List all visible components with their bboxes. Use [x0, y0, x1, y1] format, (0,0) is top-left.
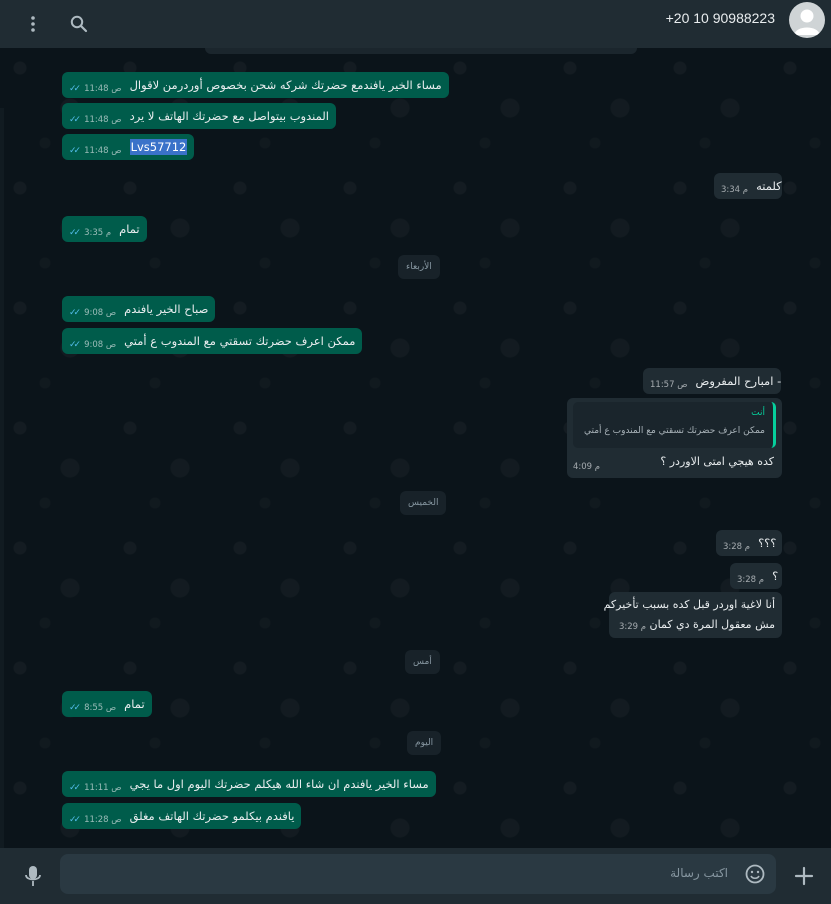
read-ticks-icon: ✓✓ [69, 340, 81, 350]
quote-text: ممكن اعرف حضرتك تسقتي مع المندوب ع أمتي [584, 426, 765, 436]
quoted-message[interactable]: أنت ممكن اعرف حضرتك تسقتي مع المندوب ع أ… [573, 402, 776, 448]
message-text: المندوب بيتواصل مع حضرتك الهاتف لا يرد [129, 109, 329, 123]
message-time: 4:09 م [573, 462, 601, 472]
message-text: مش معقول المرة دي كمان [649, 618, 775, 631]
tracking-number[interactable]: Lvs57712 [129, 139, 188, 155]
message-text: مساء الخير يافندم ان شاء الله هيكلم حضرت… [129, 777, 429, 791]
message-text: ؟؟؟ [758, 536, 777, 550]
read-ticks-icon: ✓✓ [69, 308, 81, 318]
message-incoming[interactable]: 3:28 م ؟ [730, 563, 782, 589]
message-outgoing[interactable]: ✓✓ 3:35 م تمام [62, 216, 147, 242]
message-time: 11:48 ص [84, 84, 122, 94]
message-time: 3:28 م [723, 542, 751, 552]
mic-icon[interactable] [22, 864, 44, 888]
message-text: ممكن اعرف حضرتك تسقتي مع المندوب ع أمتي [124, 334, 356, 348]
read-ticks-icon: ✓✓ [69, 783, 81, 793]
message-incoming[interactable]: 11:57 ص امبارح المفروض - [643, 368, 781, 394]
message-time: 3:28 م [737, 575, 765, 585]
avatar[interactable] [789, 2, 825, 38]
read-ticks-icon: ✓✓ [69, 146, 81, 156]
message-incoming-reply[interactable]: أنت ممكن اعرف حضرتك تسقتي مع المندوب ع أ… [567, 398, 782, 478]
read-ticks-icon: ✓✓ [69, 115, 81, 125]
date-divider: أمس [405, 650, 440, 674]
quote-author: أنت [751, 408, 765, 418]
message-time: 9:08 ص [84, 308, 117, 318]
search-icon[interactable] [64, 9, 94, 39]
scroll-track[interactable] [0, 108, 4, 848]
chat-header: +20 10 90988223 [0, 0, 831, 48]
message-text: صباح الخير يافندم [124, 302, 209, 316]
message-incoming[interactable]: أنا لاغية اوردر قبل كده بسبب تأخيركم مش … [604, 592, 782, 638]
message-time: 11:48 ص [84, 146, 122, 156]
message-outgoing[interactable]: ✓✓ 9:08 ص صباح الخير يافندم [62, 296, 216, 322]
message-time: 11:48 ص [84, 115, 122, 125]
message-text: امبارح المفروض - [695, 374, 782, 388]
read-ticks-icon: ✓✓ [69, 815, 81, 825]
date-divider: اليوم [407, 731, 442, 755]
message-time: 11:57 ص [650, 380, 688, 390]
message-outgoing[interactable]: ✓✓ 11:48 ص مساء الخير يافندمع حضرتك شركه … [62, 72, 449, 98]
message-time: 11:28 ص [84, 815, 122, 825]
message-outgoing[interactable]: ✓✓ 11:48 ص المندوب بيتواصل مع حضرتك الهات… [62, 103, 336, 129]
read-ticks-icon: ✓✓ [69, 228, 81, 238]
message-text: كده هيجي امتى الاوردر ؟ [660, 455, 774, 468]
message-placeholder: اكتب رسالة [670, 866, 728, 880]
message-outgoing[interactable]: ✓✓ 11:11 ص مساء الخير يافندم ان شاء الله … [62, 771, 436, 797]
contact-phone[interactable]: +20 10 90988223 [666, 10, 775, 26]
message-time: 11:11 ص [84, 783, 122, 793]
message-time: 9:08 ص [84, 340, 117, 350]
read-ticks-icon: ✓✓ [69, 84, 81, 94]
message-incoming[interactable]: 3:28 م ؟؟؟ [716, 530, 782, 556]
message-outgoing[interactable]: ✓✓ 11:48 ص Lvs57712 [62, 134, 195, 160]
chat-area[interactable]: ✓✓ 11:48 ص مساء الخير يافندمع حضرتك شركه … [0, 48, 831, 848]
message-composer: اكتب رسالة [0, 848, 831, 904]
plus-icon[interactable] [792, 864, 816, 888]
message-input[interactable]: اكتب رسالة [60, 854, 776, 894]
message-text: تمام [124, 697, 145, 711]
emoji-icon[interactable] [744, 863, 766, 885]
message-time: 3:29 م [619, 622, 647, 632]
message-text: ؟ [772, 569, 779, 583]
menu-icon[interactable] [18, 9, 48, 39]
message-time: 3:35 م [84, 228, 112, 238]
message-text: أنا لاغية اوردر قبل كده بسبب تأخيركم [603, 598, 775, 611]
message-outgoing[interactable]: ✓✓ 9:08 ص ممكن اعرف حضرتك تسقتي مع المندو… [62, 328, 363, 354]
message-outgoing[interactable]: ✓✓ 8:55 ص تمام [62, 691, 152, 717]
message-outgoing[interactable]: ✓✓ 11:28 ص يافندم بيكلمو حضرتك الهاتف مغل… [62, 803, 302, 829]
previous-message-edge [205, 48, 637, 54]
date-divider: الخميس [400, 491, 447, 515]
message-time: 3:34 م [721, 185, 749, 195]
message-text: كلمته [756, 179, 782, 193]
message-time: 8:55 ص [84, 703, 117, 713]
date-divider: الأربعاء [398, 255, 440, 279]
message-text: تمام [119, 222, 140, 236]
read-ticks-icon: ✓✓ [69, 703, 81, 713]
message-text: مساء الخير يافندمع حضرتك شركه شحن بخصوص … [129, 78, 442, 92]
message-text: يافندم بيكلمو حضرتك الهاتف مغلق [129, 809, 295, 823]
message-incoming[interactable]: 3:34 م كلمته [714, 173, 782, 199]
